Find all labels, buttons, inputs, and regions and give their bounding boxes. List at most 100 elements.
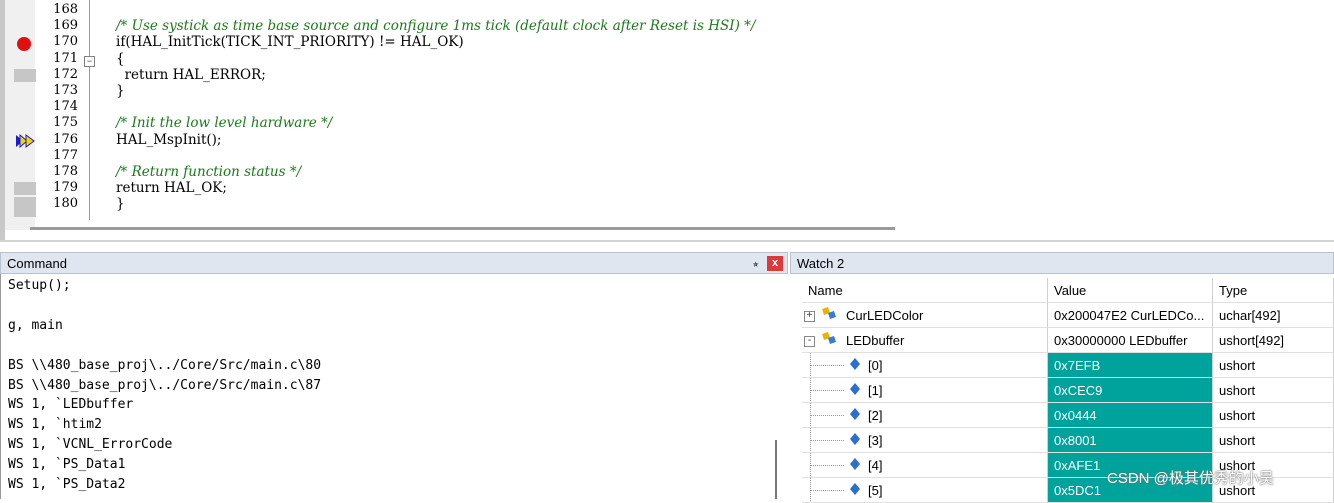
line-number: 178 [53,164,78,179]
code-line[interactable]: return HAL_OK; [116,180,227,196]
line-number: 175 [53,115,78,131]
watch-row-name[interactable]: - LEDbuffer [802,328,1048,353]
command-line: WS 1, `PS_Data1 [8,457,126,473]
watermark: CSDN @极其优秀的小吴 [1107,470,1274,487]
watch-row-name[interactable]: + CurLEDColor [802,303,1048,328]
line-number: 171 [53,50,78,66]
tree-branch-line [810,490,844,491]
element-index: [5] [868,483,883,498]
code-line[interactable]: } [116,83,125,99]
watch-row-value[interactable]: 0x7EFB [1048,353,1213,378]
code-comment[interactable]: /* Return function status */ [116,164,301,180]
code-line[interactable]: } [116,196,125,212]
variable-name: LEDbuffer [846,333,905,348]
watch-row-name[interactable]: [1] [802,378,1048,403]
watch-row-name[interactable]: [2] [802,403,1048,428]
expand-icon[interactable]: + [804,311,815,322]
tree-branch-line [810,390,844,391]
line-number: 180 [53,196,78,212]
command-title-bar: Command ⭒ x [0,252,788,274]
tree-branch-line [810,415,844,416]
line-number: 170 [53,34,78,50]
line-number: 179 [53,180,78,196]
watch-row-value[interactable]: 0x0444 [1048,403,1213,428]
line-number: 176 [53,131,78,147]
array-element-icon [850,433,860,445]
tree-branch-line [810,440,844,441]
code-comment[interactable]: /* Use systick as time base source and c… [116,18,755,34]
line-number: 174 [53,99,78,115]
array-element-icon [850,458,860,470]
command-line: WS 1, `LEDbuffer [8,397,134,413]
watch-window: Watch 2 Name Value Type + CurLEDColor 0x20… [790,252,1334,503]
horizontal-scrollbar[interactable] [30,227,895,230]
command-line: BS \\480_base_proj\../Core/Src/main.c\80 [8,357,322,373]
pin-icon[interactable]: ⭒ [753,253,759,275]
current-instruction-arrow-icon [16,134,35,148]
vertical-scrollbar[interactable] [775,440,777,499]
array-element-icon [850,358,860,370]
command-window: Command ⭒ x Setup(); g, main BS \\480_base… [0,252,788,499]
watch-row-name[interactable]: [4] [802,453,1048,478]
executable-line-marker[interactable] [14,69,36,82]
fold-toggle-icon[interactable]: − [84,56,95,67]
column-header-name[interactable]: Name [802,278,1048,303]
line-number: 177 [53,147,78,163]
command-line: Setup(); [8,278,71,293]
breakpoint-gutter[interactable] [5,0,36,230]
variable-icon [822,332,836,344]
watch-row-type: ushort [1213,428,1334,453]
array-element-icon [850,408,860,420]
watch-row-type: ushort [1213,353,1334,378]
column-header-type[interactable]: Type [1213,278,1334,303]
fold-guide-line [89,0,90,220]
code-line[interactable]: HAL_MspInit(); [116,132,221,148]
watch-row-value[interactable]: 0x30000000 LEDbuffer [1048,328,1213,353]
watch-row-value[interactable]: 0xCEC9 [1048,378,1213,403]
breakpoint-icon[interactable] [17,37,31,51]
command-line: WS 1, `PS_Data2 [8,477,126,492]
code-comment[interactable]: /* Init the low level hardware */ [116,115,332,131]
watch-title: Watch 2 [797,256,845,271]
watch-title-bar: Watch 2 [790,252,1334,274]
executable-line-marker[interactable] [14,182,36,195]
watch-row-type: ushort [1213,403,1334,428]
watch-row-type: ushort [1213,378,1334,403]
variable-name: CurLEDColor [846,308,924,323]
close-icon[interactable]: x [767,256,783,271]
command-line: g, main [8,317,63,333]
watch-row-value[interactable]: 0x200047E2 CurLEDCo... [1048,303,1213,328]
code-line[interactable]: { [116,51,125,67]
executable-line-marker[interactable] [14,197,36,217]
tree-branch-line [810,365,844,366]
code-editor[interactable]: − 168 169 /* Use systick as time base sour… [0,0,1334,242]
watch-row-name[interactable]: [3] [802,428,1048,453]
collapse-icon[interactable]: - [804,336,815,347]
watch-row-type: uchar[492] [1213,303,1334,328]
command-output[interactable]: Setup(); g, main BS \\480_base_proj\../Cor… [0,274,787,499]
watch-row-type: ushort[492] [1213,328,1334,353]
tree-branch-line [810,465,844,466]
line-number: 172 [53,66,78,82]
array-element-icon [850,383,860,395]
column-header-value[interactable]: Value [1048,278,1213,303]
watch-row-name[interactable]: [5] [802,478,1048,503]
command-line: WS 1, `VCNL_ErrorCode [8,437,173,453]
watch-row-value[interactable]: 0x8001 [1048,428,1213,453]
command-line: BS \\480_base_proj\../Core/Src/main.c\87 [8,377,322,393]
line-number: 168 [53,2,78,17]
element-index: [1] [868,383,883,398]
code-line[interactable]: if(HAL_InitTick(TICK_INT_PRIORITY) != HA… [116,34,464,50]
array-element-icon [850,483,860,495]
element-index: [2] [868,408,883,423]
watch-row-name[interactable]: [0] [802,353,1048,378]
element-index: [0] [868,358,883,373]
element-index: [4] [868,458,883,473]
command-line: WS 1, `htim2 [8,417,102,433]
element-index: [3] [868,433,883,448]
code-line[interactable]: return HAL_ERROR; [116,67,266,83]
line-number: 169 [53,18,78,34]
line-number: 173 [53,83,78,98]
variable-icon [822,307,836,319]
command-title: Command [7,256,67,271]
